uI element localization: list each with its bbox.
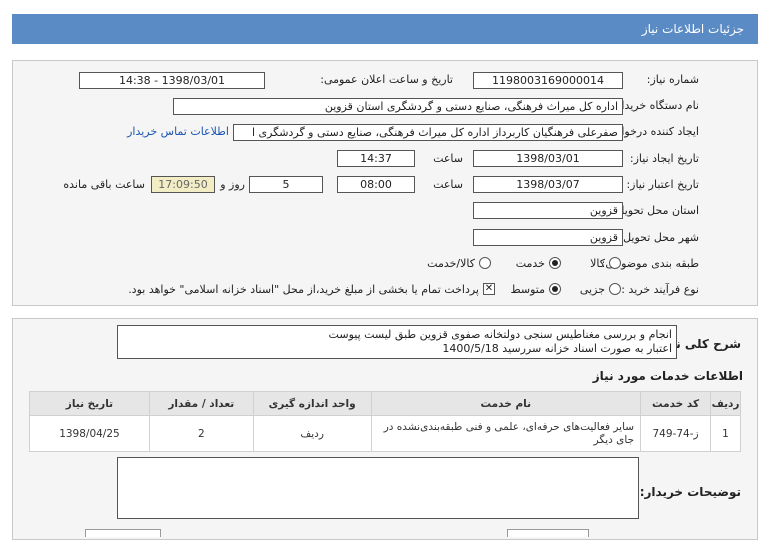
buyer-notes-box [117,457,639,519]
details-panel: شرح کلی نیاز: انجام و بررسی مغناطیس سنجی… [12,318,758,540]
need-info-panel: شماره نیاز: 1198003169000014 تاریخ و ساع… [12,60,758,306]
col-row: ردیف [710,391,741,416]
summary-box: انجام و بررسی مغناطیس سنجی دولتخانه صفوی… [117,325,677,359]
col-qty: تعداد / مقدار [148,391,254,416]
created-date-label: تاریخ ایجاد نیاز: [629,152,699,165]
remaining-time-field: 17:09:50 [151,176,215,193]
buyer-contact-link[interactable]: اطلاعات تماس خریدار [127,125,229,138]
col-name: نام خدمت [370,391,642,416]
province-field: قزوین [473,202,623,219]
process-radio-minor[interactable] [609,283,621,295]
category-option-goods: کالا [590,257,605,270]
cell-row: 1 [710,415,741,452]
summary-line-1: انجام و بررسی مغناطیس سنجی دولتخانه صفوی… [328,328,672,341]
city-field: قزوین [473,229,623,246]
bottom-button-1[interactable] [507,529,589,537]
category-radio-service[interactable] [549,257,561,269]
services-header-row: ردیف کد خدمت نام خدمت واحد اندازه گیری ت… [29,391,741,416]
cell-name: سایر فعالیت‌های حرفه‌ای، علمی و فنی طبقه… [370,415,642,452]
created-time-label: ساعت [433,152,463,165]
validity-date-label: تاریخ اعتبار نیاز: [626,178,699,191]
validity-date-field: 1398/03/07 [473,176,623,193]
validity-time-label: ساعت [433,178,463,191]
buyer-label: نام دستگاه خریدار: [612,99,699,112]
validity-time-field: 08:00 [337,176,415,193]
requester-field: صفرعلی فرهنگیان کاربرداز اداره کل میراث … [233,124,623,141]
page-title: جزئیات اطلاعات نیاز [12,14,758,44]
remaining-time-label: ساعت باقی مانده [63,178,145,191]
col-code: کد خدمت [640,391,712,416]
process-option-medium: متوسط [510,283,545,296]
need-number-label: شماره نیاز: [646,73,699,86]
buyer-field: اداره کل میراث فرهنگی، صنایع دستی و گردش… [173,98,623,115]
category-radio-goods-service[interactable] [479,257,491,269]
category-radio-goods[interactable] [609,257,621,269]
announce-field: 1398/03/01 - 14:38 [79,72,265,89]
city-label: شهر محل تحویل: [619,231,699,244]
validity-days-field: 5 [249,176,323,193]
treasury-note: پرداخت تمام یا بخشی از مبلغ خرید،از محل … [128,283,479,296]
col-unit: واحد اندازه گیری [252,391,372,416]
cell-unit: ردیف [252,415,372,452]
category-option-goods-service: کالا/خدمت [427,257,475,270]
process-label: نوع فرآیند خرید : [621,283,699,296]
created-time-field: 14:37 [337,150,415,167]
validity-days-label: روز و [220,178,245,191]
cell-date: 1398/04/25 [29,415,150,452]
need-number-field: 1198003169000014 [473,72,623,89]
cell-qty: 2 [148,415,254,452]
services-section-title: اطلاعات خدمات مورد نیاز [592,369,743,383]
province-label: استان محل تحویل: [612,204,699,217]
table-row: 1 ز-74-749 سایر فعالیت‌های حرفه‌ای، علمی… [29,415,741,452]
summary-line-2: اعتبار به صورت اسناد خزانه سررسید 1400/5… [442,342,672,355]
process-radio-medium[interactable] [549,283,561,295]
process-option-minor: جزیی [579,283,605,296]
created-date-field: 1398/03/01 [473,150,623,167]
category-option-service: خدمت [515,257,545,270]
announce-label: تاریخ و ساعت اعلان عمومی: [320,73,453,86]
treasury-checkbox[interactable]: ✕ [483,283,495,295]
bottom-button-2[interactable] [85,529,161,537]
buyer-notes-label: توضیحات خریدار: [639,485,741,499]
cell-code: ز-74-749 [640,415,712,452]
services-table: ردیف کد خدمت نام خدمت واحد اندازه گیری ت… [29,391,741,452]
col-date: تاریخ نیاز [29,391,150,416]
